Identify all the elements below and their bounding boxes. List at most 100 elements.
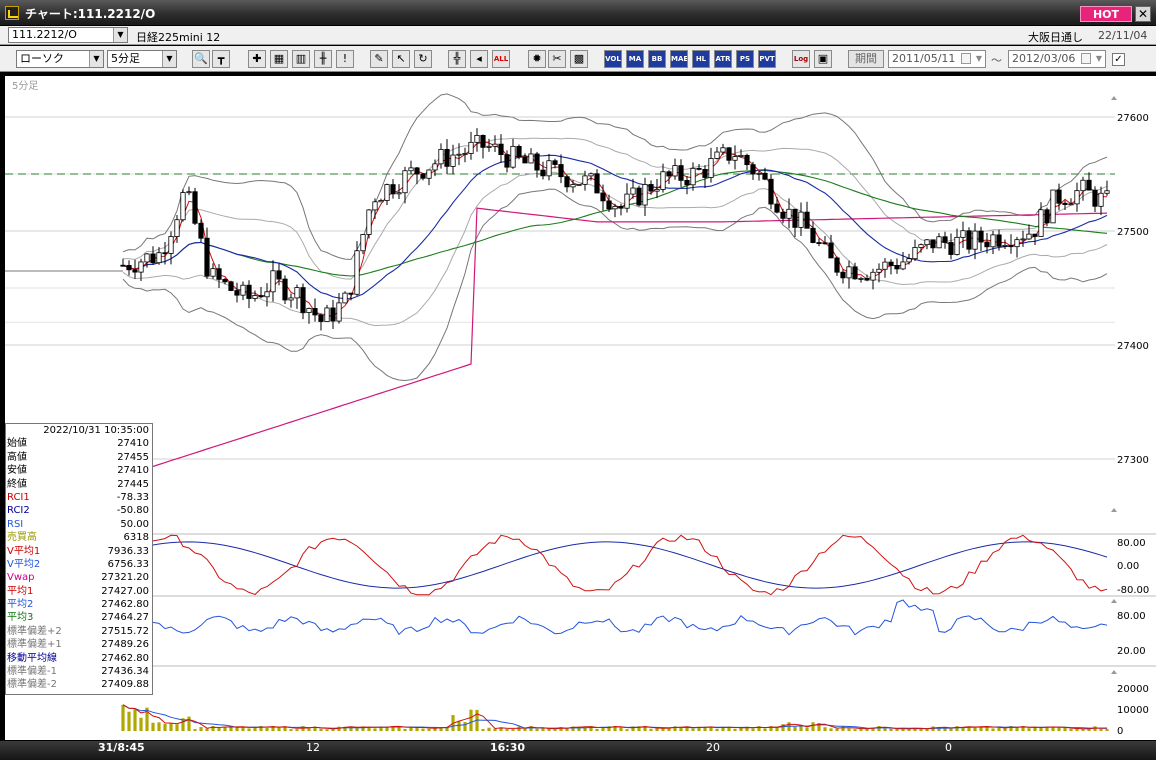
candle-body <box>1014 239 1020 248</box>
candle-body <box>492 143 498 147</box>
volume-bar <box>517 726 521 731</box>
zoom-icon[interactable]: 🔍 <box>192 50 210 68</box>
data-row: RSI 50.00 <box>6 518 152 531</box>
cursor-icon[interactable]: ↖ <box>392 50 410 68</box>
candle-body <box>936 236 942 249</box>
candle-body <box>390 184 396 195</box>
candle-body <box>900 261 906 270</box>
candle-body <box>846 266 852 279</box>
hl-icon[interactable]: HL <box>692 50 710 68</box>
ma-icon[interactable]: MA <box>626 50 644 68</box>
price-chart[interactable]: 27600 27500 27400 27300 80.00 0.00 -80.00 80.00… <box>5 76 1156 740</box>
date-from-input[interactable]: 2011/05/11 ▼ <box>888 50 986 68</box>
data-key: V平均1 <box>7 545 41 557</box>
ps-icon[interactable]: PS <box>736 50 754 68</box>
volume-bar <box>463 722 467 731</box>
volume-bar <box>691 728 695 731</box>
volume-bar <box>277 727 281 731</box>
volume-bar <box>619 727 623 731</box>
price-tick: 27600 <box>1117 113 1149 124</box>
candle-body <box>816 242 822 244</box>
volume-bar <box>505 728 509 731</box>
pencil-icon[interactable]: ✎ <box>370 50 388 68</box>
chart-copy-icon[interactable]: ▣ <box>814 50 832 68</box>
date-to-input[interactable]: 2012/03/06 ▼ <box>1008 50 1106 68</box>
candle-body <box>978 230 984 243</box>
chevron-down-icon[interactable]: ▼ <box>1093 51 1105 67</box>
period-button[interactable]: 期間 <box>848 50 884 68</box>
candle-body <box>168 236 174 254</box>
window-title: チャート:111.2212/O <box>25 7 156 21</box>
candle-body <box>732 156 738 161</box>
data-value: 50.00 <box>120 518 149 530</box>
volume-icon[interactable]: VOL <box>604 50 622 68</box>
chart-type-select[interactable]: ローソク ▼ <box>16 50 104 68</box>
candle-select-icon[interactable]: ✚ <box>248 50 266 68</box>
volume-bar <box>1027 728 1031 731</box>
volume-bar <box>715 728 719 731</box>
data-row: 高値 27455 <box>6 451 152 464</box>
candle-body <box>432 163 438 171</box>
chart-grid-icon[interactable]: ▦ <box>270 50 288 68</box>
bb-icon[interactable]: BB <box>648 50 666 68</box>
atr-icon[interactable]: ATR <box>714 50 732 68</box>
candle-body <box>576 183 582 186</box>
candle-body <box>342 292 348 304</box>
rotate-icon[interactable]: ↻ <box>414 50 432 68</box>
volume-bar <box>373 728 377 731</box>
price-tick: 27300 <box>1117 455 1149 466</box>
calendar-icon[interactable] <box>961 53 971 64</box>
volume-bar <box>169 723 173 731</box>
chevron-down-icon[interactable]: ▼ <box>162 51 176 67</box>
candle-body <box>528 153 534 164</box>
settings-icon[interactable]: ✹ <box>528 50 546 68</box>
log-icon[interactable]: Log <box>792 50 810 68</box>
data-key: 移動平均線 <box>7 652 57 664</box>
all-icon[interactable]: ALL <box>492 50 510 68</box>
ohlc-icon[interactable]: ╬ <box>448 50 466 68</box>
candle-body <box>780 211 786 219</box>
candle-body <box>882 261 888 270</box>
candle-body <box>876 268 882 273</box>
candle-body <box>174 219 180 237</box>
candle-body <box>120 264 126 267</box>
close-icon[interactable]: ✕ <box>1135 6 1151 22</box>
symbol-select[interactable]: 111.2212/O ▼ <box>8 27 128 43</box>
palette-icon[interactable]: ▩ <box>570 50 588 68</box>
toolbar: ローソク ▼ 5分足 ▼ 🔍 ┳ ✚ ▦ ▥ ╫! ✎ ↖ ↻ ╬ ◂ ALL ✹ ✂ ▩ VOL MA BB MA… <box>0 46 1156 72</box>
volume-bar <box>541 728 545 731</box>
volume-bar <box>799 726 803 731</box>
candle-body <box>954 236 960 255</box>
candle-body <box>840 271 846 279</box>
interval-select[interactable]: 5分足 ▼ <box>107 50 177 68</box>
candle-body <box>396 192 402 195</box>
mae-icon[interactable]: MAE <box>670 50 688 68</box>
period-checkbox[interactable]: ✓ <box>1112 53 1125 66</box>
candle-body <box>726 147 732 161</box>
data-key: 標準偏差-2 <box>7 679 57 691</box>
time-axis: 31/8:45 12 16:30 20 0 <box>0 740 1156 760</box>
volume-bar <box>193 729 197 731</box>
volume-bar <box>1015 727 1019 731</box>
candle-body <box>618 205 624 209</box>
candle-body <box>516 145 522 158</box>
warning-icon[interactable]: ! <box>336 50 354 68</box>
bar-chart-icon[interactable]: ▥ <box>292 50 310 68</box>
candle-body <box>1026 233 1032 240</box>
hot-button[interactable]: HOT <box>1080 6 1132 22</box>
candle-mark-icon[interactable]: ╫ <box>314 50 332 68</box>
shift-left-icon[interactable]: ◂ <box>470 50 488 68</box>
data-key: RSI <box>7 518 24 530</box>
chevron-down-icon[interactable]: ▼ <box>973 51 985 67</box>
pvt-icon[interactable]: PVT <box>758 50 776 68</box>
candle-body <box>372 201 378 211</box>
chart-area[interactable]: 27600 27500 27400 27300 80.00 0.00 -80.00 80.00… <box>5 76 1156 740</box>
data-value: 27409.88 <box>101 679 149 691</box>
ruler-icon[interactable]: ┳ <box>212 50 230 68</box>
time-label: 12 <box>306 741 320 754</box>
wrench-icon[interactable]: ✂ <box>548 50 566 68</box>
calendar-icon[interactable] <box>1081 53 1091 64</box>
chevron-down-icon[interactable]: ▼ <box>89 51 103 67</box>
chevron-down-icon[interactable]: ▼ <box>113 28 127 42</box>
candle-body <box>918 244 924 248</box>
